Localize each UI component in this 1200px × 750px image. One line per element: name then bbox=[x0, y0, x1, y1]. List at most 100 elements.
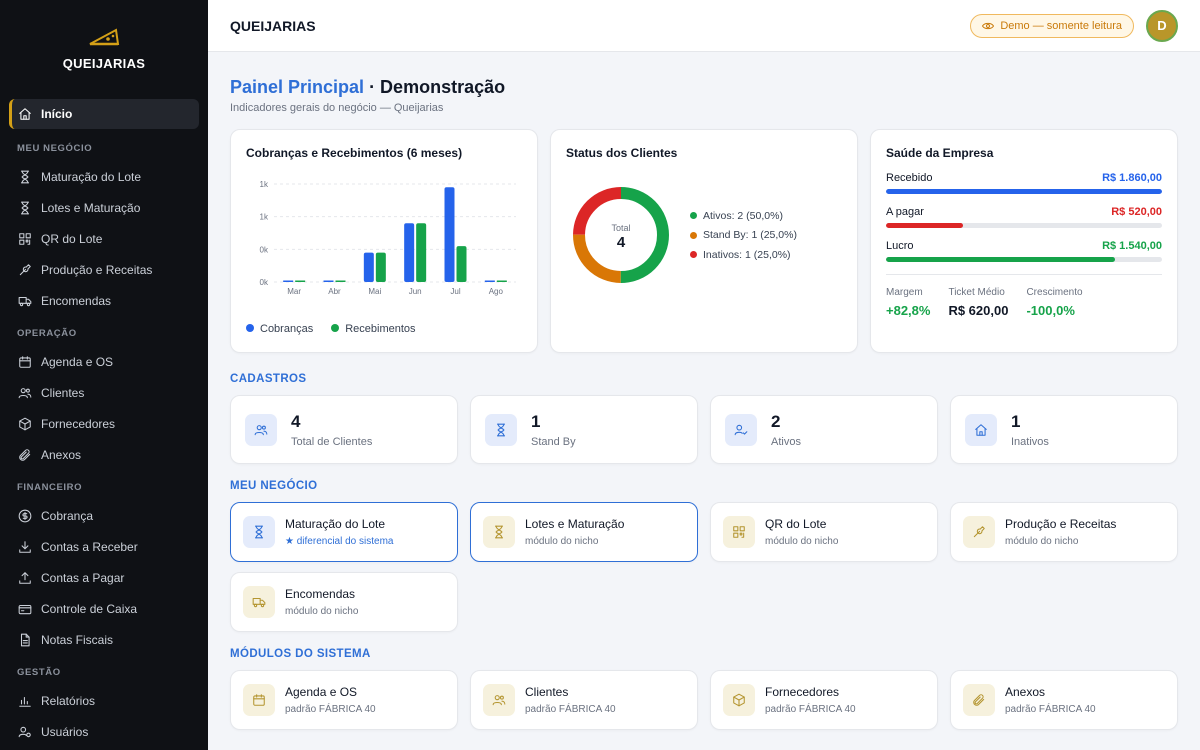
bar-recebimentos-jun[interactable] bbox=[416, 223, 427, 282]
sidebar-item[interactable]: Contas a Pagar bbox=[9, 562, 199, 593]
health-metric: Ticket Médio R$ 620,00 bbox=[948, 287, 1008, 318]
cheese-logo-icon bbox=[89, 27, 120, 45]
sidebar-item-label: Clientes bbox=[41, 385, 85, 400]
main-content: Painel Principal · Demonstração Indicado… bbox=[208, 52, 1200, 750]
module-card[interactable]: QR do Lote módulo do nicho bbox=[710, 502, 938, 562]
module-subtitle: módulo do nicho bbox=[525, 536, 599, 547]
sidebar-item-label: Início bbox=[41, 107, 73, 121]
bar-cobranças-mai[interactable] bbox=[363, 252, 374, 282]
progress-fill bbox=[886, 223, 964, 228]
sidebar-item[interactable]: Produção e Receitas bbox=[9, 254, 199, 285]
metric-label: Crescimento bbox=[1026, 287, 1083, 298]
health-title: Saúde da Empresa bbox=[886, 146, 994, 160]
qr-icon bbox=[723, 516, 755, 548]
truck-icon bbox=[17, 293, 32, 308]
wrench-icon bbox=[963, 516, 995, 548]
avatar[interactable]: D bbox=[1146, 9, 1178, 42]
sidebar-item[interactable]: Controle de Caixa bbox=[9, 593, 199, 624]
sidebar-item[interactable]: Cobrança bbox=[9, 500, 199, 531]
hourglass-icon bbox=[17, 169, 32, 184]
health-label: Lucro bbox=[886, 240, 914, 252]
upload-icon bbox=[17, 570, 32, 585]
metric-value: R$ 620,00 bbox=[948, 303, 1009, 318]
sidebar-item[interactable]: Contas a Receber bbox=[9, 531, 199, 562]
metric-label: Margem bbox=[886, 287, 923, 298]
module-card[interactable]: Fornecedores padrão FÁBRICA 40 bbox=[710, 670, 938, 730]
sidebar-item[interactable]: Relatórios bbox=[9, 685, 199, 716]
sidebar-item[interactable]: Clientes bbox=[9, 377, 199, 408]
legend-dot bbox=[690, 212, 697, 219]
x-tick-label: Jul bbox=[450, 287, 460, 296]
sidebar-section-title: MEU NEGÓCIO bbox=[17, 142, 93, 154]
download-icon bbox=[17, 539, 32, 554]
bar-cobranças-abr[interactable] bbox=[323, 280, 334, 283]
home-icon bbox=[17, 107, 32, 122]
health-row: Lucro R$ 1.540,00 bbox=[886, 240, 1162, 262]
sidebar-item-label: Contas a Receber bbox=[41, 539, 138, 554]
module-subtitle: padrão FÁBRICA 40 bbox=[285, 704, 376, 715]
y-tick-label: 1k bbox=[260, 180, 269, 189]
y-tick-label: 0k bbox=[260, 245, 269, 254]
module-card[interactable]: Encomendas módulo do nicho bbox=[230, 572, 458, 632]
module-card[interactable]: Anexos padrão FÁBRICA 40 bbox=[950, 670, 1178, 730]
chart-legend: Cobranças Recebimentos bbox=[246, 323, 522, 335]
users-icon bbox=[17, 385, 32, 400]
bar-recebimentos-abr[interactable] bbox=[335, 280, 346, 283]
health-value: R$ 520,00 bbox=[1111, 206, 1162, 218]
bar-cobranças-jul[interactable] bbox=[444, 187, 455, 282]
metric-value: -100,0% bbox=[1026, 303, 1075, 318]
sidebar-item[interactable]: Fornecedores bbox=[9, 408, 199, 439]
bar-recebimentos-jul[interactable] bbox=[456, 246, 467, 282]
sidebar-item[interactable]: Anexos bbox=[9, 439, 199, 470]
demo-badge-label: Demo — somente leitura bbox=[1000, 19, 1122, 32]
stat-card[interactable]: 2 Ativos bbox=[710, 395, 938, 464]
brand[interactable]: QUEIJARIAS bbox=[0, 0, 208, 92]
module-name: Fornecedores bbox=[765, 685, 840, 699]
sidebar-item[interactable]: QR do Lote bbox=[9, 223, 199, 254]
user-gear-icon bbox=[17, 724, 32, 739]
stat-card[interactable]: 4 Total de Clientes bbox=[230, 395, 458, 464]
stat-card[interactable]: 1 Inativos bbox=[950, 395, 1178, 464]
module-name: Clientes bbox=[525, 685, 569, 699]
bar-cobranças-mar[interactable] bbox=[283, 280, 294, 283]
home-icon bbox=[965, 413, 997, 446]
module-card[interactable]: Produção e Receitas módulo do nicho bbox=[950, 502, 1178, 562]
stat-number: 4 bbox=[291, 411, 301, 431]
bar-recebimentos-mai[interactable] bbox=[375, 252, 386, 282]
calendar-icon bbox=[17, 354, 32, 369]
bar-recebimentos-ago[interactable] bbox=[496, 280, 507, 283]
module-card[interactable]: Agenda e OS padrão FÁBRICA 40 bbox=[230, 670, 458, 730]
dollar-icon bbox=[17, 508, 32, 523]
module-card[interactable]: Clientes padrão FÁBRICA 40 bbox=[470, 670, 698, 730]
page-title: Painel Principal · Demonstração bbox=[230, 77, 1178, 98]
sidebar-item[interactable]: Encomendas bbox=[9, 285, 199, 316]
client-status-card: Status dos Clientes Total 4 Ativos: 2 (5… bbox=[550, 129, 858, 353]
module-name: Anexos bbox=[1005, 685, 1046, 699]
stat-card[interactable]: 1 Stand By bbox=[470, 395, 698, 464]
sidebar-item-label: Controle de Caixa bbox=[41, 601, 138, 616]
bar-recebimentos-mar[interactable] bbox=[295, 280, 306, 283]
legend-dot bbox=[690, 251, 697, 258]
module-card[interactable]: Lotes e Maturação módulo do nicho bbox=[470, 502, 698, 562]
module-name: Lotes e Maturação bbox=[525, 517, 625, 531]
sidebar-item[interactable]: Notas Fiscais bbox=[9, 624, 199, 655]
module-card[interactable]: Maturação do Lote ★ diferencial do sistem… bbox=[230, 502, 458, 562]
sidebar-item[interactable]: Usuários bbox=[9, 716, 199, 747]
sidebar-item-label: Maturação do Lote bbox=[41, 169, 142, 184]
sidebar-item[interactable]: Agenda e OS bbox=[9, 346, 199, 377]
donut-total-value: 4 bbox=[617, 234, 626, 251]
bar-cobranças-ago[interactable] bbox=[484, 280, 495, 283]
sidebar-item[interactable]: Lotes e Maturação bbox=[9, 192, 199, 223]
sidebar-item[interactable]: Maturação do Lote bbox=[9, 161, 199, 192]
module-name: Encomendas bbox=[285, 587, 356, 601]
sidebar-section-title: FINANCEIRO bbox=[17, 481, 83, 493]
sidebar-item-inicio[interactable]: Início bbox=[9, 99, 199, 129]
x-tick-label: Jun bbox=[409, 287, 422, 296]
health-metric: Crescimento -100,0% bbox=[1026, 287, 1082, 318]
legend-item: Recebimentos bbox=[331, 323, 416, 335]
x-tick-label: Ago bbox=[489, 287, 504, 296]
sidebar-item-label: Usuários bbox=[41, 724, 89, 739]
billing-chart-card: Cobranças e Recebimentos (6 meses) 1k 1k 0… bbox=[230, 129, 538, 353]
sidebar-item-label: Lotes e Maturação bbox=[41, 200, 141, 215]
bar-cobranças-jun[interactable] bbox=[404, 223, 415, 282]
